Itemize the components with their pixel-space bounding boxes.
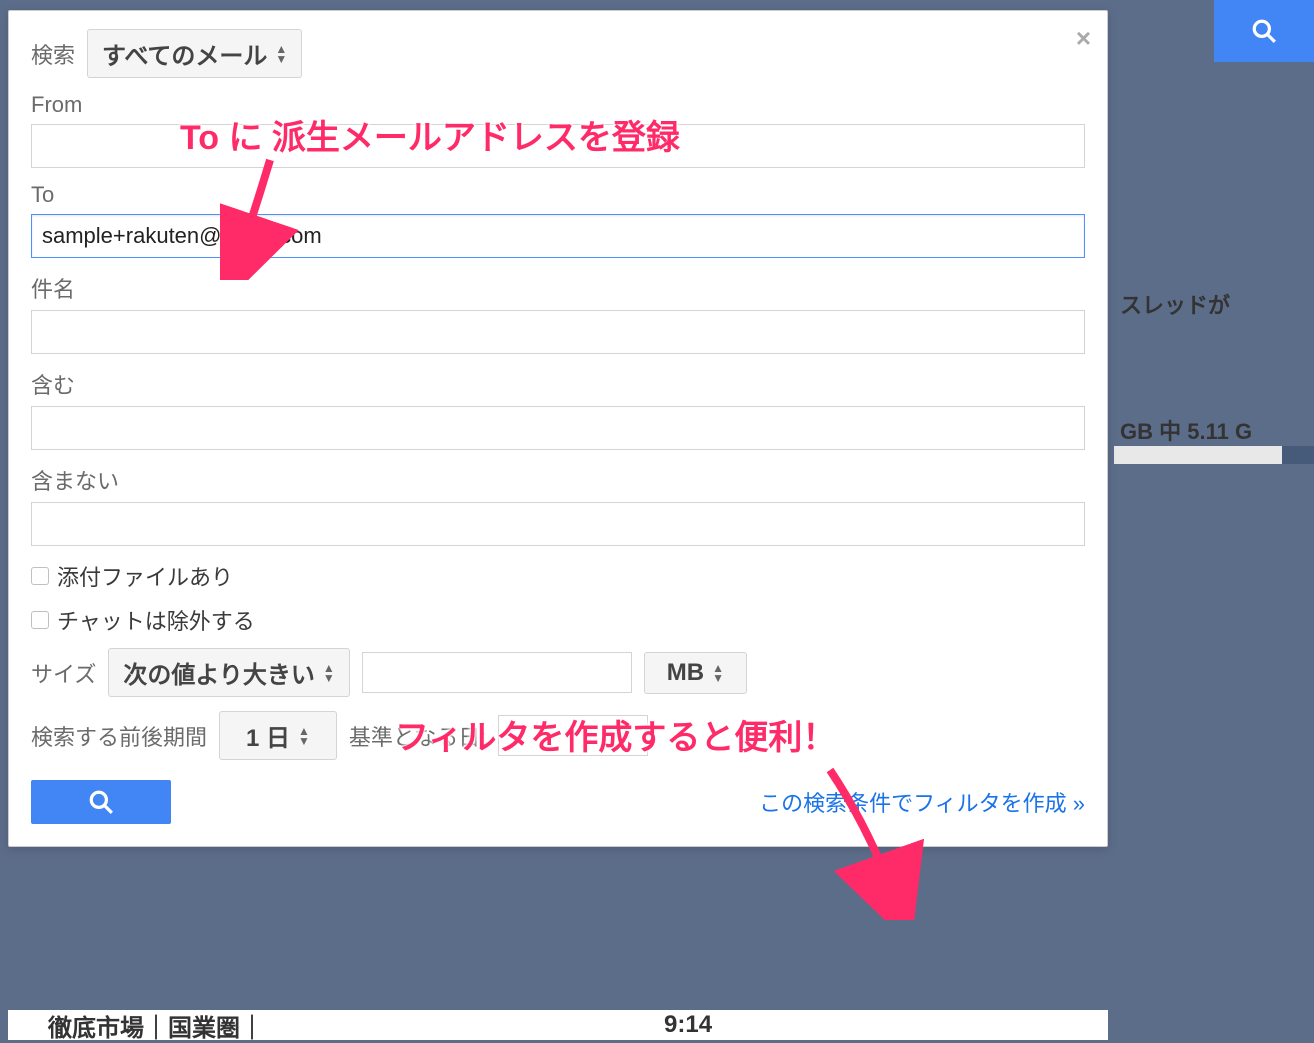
from-group: From xyxy=(31,92,1085,168)
date-range-select[interactable]: 1 日 ▲▼ xyxy=(219,711,337,760)
search-button[interactable] xyxy=(31,780,171,824)
close-icon[interactable]: × xyxy=(1076,23,1091,54)
bottom-left-text: 徹底市場｜国業圏｜ xyxy=(48,1008,264,1043)
bottom-row: この検索条件でフィルタを作成 » xyxy=(31,780,1085,824)
excludes-group: 含まない xyxy=(31,464,1085,546)
date-range-value: 1 日 xyxy=(246,718,290,753)
bottom-strip: 徹底市場｜国業圏｜ 9:14 xyxy=(8,1010,1108,1040)
subject-group: 件名 xyxy=(31,272,1085,354)
subject-input[interactable] xyxy=(31,310,1085,354)
background-storage-text: GB 中 5.11 G xyxy=(1120,414,1252,446)
create-filter-link[interactable]: この検索条件でフィルタを作成 » xyxy=(759,786,1085,818)
exclude-chat-label: チャットは除外する xyxy=(57,604,255,636)
bottom-time-text: 9:14 xyxy=(664,1011,712,1039)
size-comparator-value: 次の値より大きい xyxy=(123,655,315,690)
updown-icon: ▲▼ xyxy=(323,663,335,683)
size-comparator-select[interactable]: 次の値より大きい ▲▼ xyxy=(108,648,349,697)
checkbox-icon[interactable] xyxy=(31,567,49,585)
updown-icon: ▲▼ xyxy=(712,663,724,683)
includes-input[interactable] xyxy=(31,406,1085,450)
includes-group: 含む xyxy=(31,368,1085,450)
attachment-label: 添付ファイルあり xyxy=(57,560,233,592)
updown-icon: ▲▼ xyxy=(298,726,310,746)
search-button-top[interactable] xyxy=(1214,0,1314,62)
storage-bar xyxy=(1114,446,1314,464)
search-scope-row: 検索 すべてのメール ▲▼ xyxy=(31,29,1085,78)
size-unit-select[interactable]: MB ▲▼ xyxy=(644,652,747,694)
to-group: To xyxy=(31,182,1085,258)
size-label: サイズ xyxy=(31,657,96,689)
size-row: サイズ 次の値より大きい ▲▼ MB ▲▼ xyxy=(31,648,1085,697)
search-icon xyxy=(88,789,114,815)
storage-bar-fill xyxy=(1282,446,1314,464)
scope-select-value: すべてのメール xyxy=(102,36,267,71)
checkbox-icon[interactable] xyxy=(31,611,49,629)
scope-label: 検索 xyxy=(31,38,75,70)
scope-select[interactable]: すべてのメール ▲▼ xyxy=(87,29,302,78)
date-base-label: 基準となる日: xyxy=(349,720,486,752)
search-icon xyxy=(1251,18,1277,44)
to-label: To xyxy=(31,182,1085,208)
search-options-panel: × 検索 すべてのメール ▲▼ From To 件名 含む 含まない 添付ファイ… xyxy=(8,10,1108,847)
excludes-label: 含まない xyxy=(31,464,1085,496)
to-input[interactable] xyxy=(31,214,1085,258)
date-row: 検索する前後期間 1 日 ▲▼ 基準となる日: xyxy=(31,711,1085,760)
size-unit-value: MB xyxy=(667,659,704,687)
subject-label: 件名 xyxy=(31,272,1085,304)
excludes-input[interactable] xyxy=(31,502,1085,546)
includes-label: 含む xyxy=(31,368,1085,400)
from-input[interactable] xyxy=(31,124,1085,168)
attachment-row[interactable]: 添付ファイルあり xyxy=(31,560,1085,592)
date-range-label: 検索する前後期間 xyxy=(31,720,207,752)
background-thread-text: スレッドが xyxy=(1120,288,1230,320)
from-label: From xyxy=(31,92,1085,118)
exclude-chat-row[interactable]: チャットは除外する xyxy=(31,604,1085,636)
updown-icon: ▲▼ xyxy=(275,44,287,64)
size-value-input[interactable] xyxy=(362,652,632,693)
date-base-input[interactable] xyxy=(498,715,648,756)
